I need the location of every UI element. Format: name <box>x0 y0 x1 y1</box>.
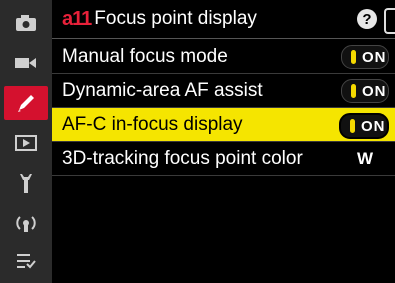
menu-code: a11 <box>62 7 92 30</box>
pencil-icon <box>18 95 34 112</box>
toggle-knob-icon <box>351 84 356 98</box>
sidebar-item-custom-settings[interactable] <box>4 86 48 120</box>
sidebar-item-my-menu[interactable] <box>6 244 46 278</box>
sidebar-item-movie-shooting[interactable] <box>6 46 46 80</box>
toggle-knob-icon <box>350 119 355 133</box>
wrench-icon <box>20 174 32 193</box>
menu-screen: a11 Focus point display ? Manual focus m… <box>0 0 395 283</box>
menu-row-af-c-in-focus-display[interactable]: AF-C in-focus display ON <box>52 108 395 142</box>
network-icon <box>16 216 36 232</box>
toggle-value: ON <box>362 48 387 66</box>
toggle-value: ON <box>362 82 387 100</box>
on-toggle[interactable]: ON <box>339 113 389 139</box>
row-label: 3D-tracking focus point color <box>62 147 303 169</box>
sidebar-item-network[interactable] <box>6 206 46 240</box>
on-toggle[interactable]: ON <box>341 79 389 103</box>
row-label: Dynamic-area AF assist <box>62 79 263 101</box>
my-menu-icon <box>17 254 36 269</box>
menu-row-dynamic-area-af-assist[interactable]: Dynamic-area AF assist ON <box>52 74 395 108</box>
toggle-knob-icon <box>351 50 356 64</box>
page-title: Focus point display <box>94 8 257 29</box>
camera-icon <box>16 15 36 31</box>
sidebar-item-photo-shooting[interactable] <box>6 6 46 40</box>
menu-row-manual-focus-mode[interactable]: Manual focus mode ON <box>52 40 395 74</box>
sidebar-item-setup[interactable] <box>6 166 46 200</box>
row-label: Manual focus mode <box>62 45 228 67</box>
next-page-icon[interactable] <box>384 8 395 34</box>
menu-row-3d-tracking-focus-point-color[interactable]: 3D-tracking focus point color W <box>52 142 395 176</box>
toggle-value: ON <box>361 117 386 135</box>
help-icon[interactable]: ? <box>357 9 377 29</box>
menu-header: a11 Focus point display ? <box>52 0 395 38</box>
on-toggle[interactable]: ON <box>341 45 389 69</box>
playback-icon <box>15 135 37 151</box>
sidebar <box>0 0 52 283</box>
row-value: W <box>356 148 373 168</box>
movie-icon <box>15 58 36 68</box>
row-label: AF-C in-focus display <box>62 113 243 135</box>
sidebar-item-playback[interactable] <box>6 126 46 160</box>
header-divider <box>52 38 395 39</box>
